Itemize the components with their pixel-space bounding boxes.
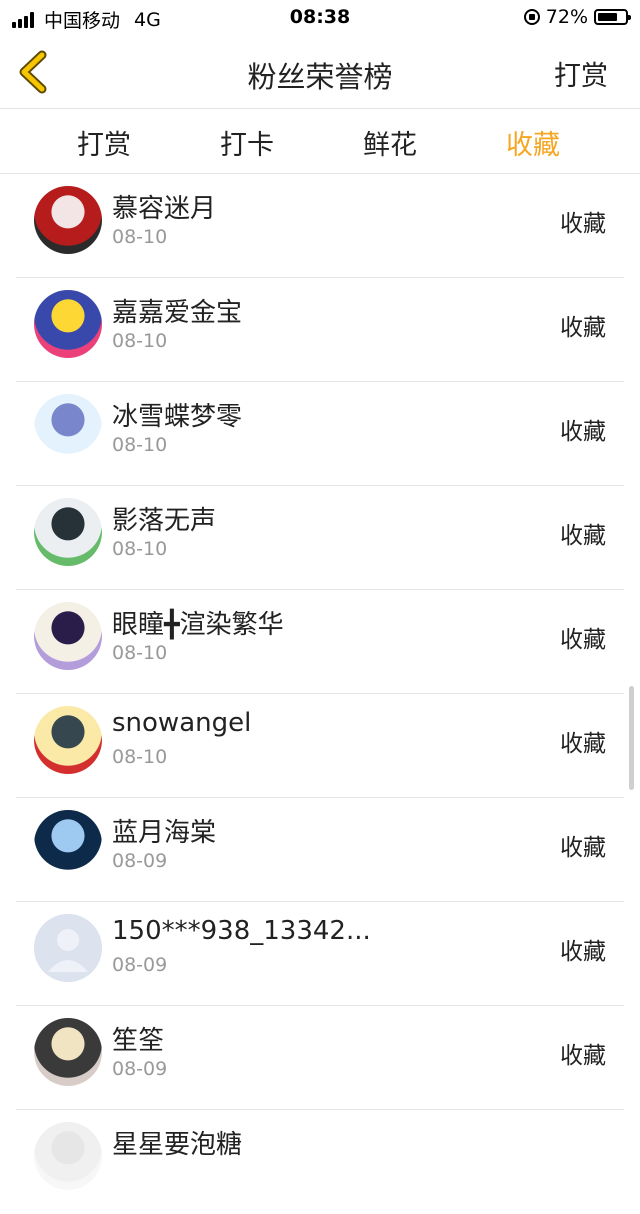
fan-name: 冰雪蝶梦零 (112, 402, 243, 432)
action-label: 收藏 (560, 731, 606, 757)
fan-date: 08-10 (112, 642, 168, 664)
battery-icon (594, 9, 631, 25)
action-label: 收藏 (560, 419, 606, 445)
list-item[interactable]: 笙筌 08-09 收藏 (16, 1006, 624, 1110)
default-user-icon (34, 914, 102, 982)
tab-favorites[interactable]: 收藏 (473, 123, 593, 162)
fan-name: 笙筌 (112, 1026, 165, 1056)
fan-list: 慕容迷月 08-10 收藏 嘉嘉爱金宝 08-10 收藏 冰雪蝶梦零 08-10… (0, 174, 640, 1214)
nav-bar: 粉丝荣誉榜 打赏 (0, 36, 640, 109)
fan-date: 08-10 (112, 434, 168, 456)
avatar[interactable] (34, 498, 102, 566)
fan-name: 眼瞳╋渲染繁华 (112, 610, 284, 640)
list-item[interactable]: 冰雪蝶梦零 08-10 收藏 (16, 382, 624, 486)
list-item[interactable]: 150***938_13342... 08-09 收藏 (16, 902, 624, 1006)
orientation-lock-icon (523, 9, 540, 25)
status-bar: 中国移动 4G 08:38 72% (0, 0, 640, 36)
tab-bar: 打赏 打卡 鲜花 收藏 (0, 109, 640, 174)
fan-date: 08-10 (112, 746, 168, 768)
fan-name: 150***938_13342... (112, 916, 371, 946)
action-label: 收藏 (560, 523, 606, 549)
battery-fill (598, 13, 617, 21)
avatar[interactable] (34, 810, 102, 878)
fan-date: 08-09 (112, 850, 168, 872)
fan-name: 影落无声 (112, 506, 217, 536)
fan-date: 08-10 (112, 226, 168, 248)
fan-name: snowangel (112, 708, 252, 738)
action-label: 收藏 (560, 211, 606, 237)
list-item[interactable]: 嘉嘉爱金宝 08-10 收藏 (16, 278, 624, 382)
action-label: 收藏 (560, 939, 606, 965)
action-label: 收藏 (560, 1043, 606, 1069)
avatar[interactable] (34, 186, 102, 254)
fan-name: 慕容迷月 (112, 194, 217, 224)
tab-flowers[interactable]: 鲜花 (330, 123, 450, 162)
status-right: 72% (523, 6, 631, 28)
list-item[interactable]: 影落无声 08-10 收藏 (16, 486, 624, 590)
fan-name: 星星要泡糖 (112, 1130, 243, 1160)
scrollbar[interactable] (629, 686, 634, 790)
action-label: 收藏 (560, 627, 606, 653)
default-avatar[interactable] (34, 914, 102, 982)
avatar[interactable] (34, 1018, 102, 1086)
fan-date: 08-09 (112, 1058, 168, 1080)
avatar[interactable] (34, 394, 102, 462)
fan-name: 蓝月海棠 (112, 818, 217, 848)
page-title: 粉丝荣誉榜 (247, 60, 393, 94)
list-item[interactable]: 眼瞳╋渲染繁华 08-10 收藏 (16, 590, 624, 694)
list-item[interactable]: snowangel 08-10 收藏 (16, 694, 624, 798)
fan-date: 08-09 (112, 954, 168, 976)
list-item[interactable]: 慕容迷月 08-10 收藏 (16, 174, 624, 278)
avatar[interactable] (34, 1122, 102, 1190)
tab-reward[interactable]: 打赏 (44, 123, 164, 162)
avatar[interactable] (34, 706, 102, 774)
battery-percent: 72% (545, 6, 588, 28)
fan-date: 08-10 (112, 330, 168, 352)
list-item[interactable]: 星星要泡糖 (16, 1110, 624, 1214)
action-label: 收藏 (560, 835, 606, 861)
list-item[interactable]: 蓝月海棠 08-09 收藏 (16, 798, 624, 902)
reward-button[interactable]: 打赏 (554, 54, 608, 93)
fan-date: 08-10 (112, 538, 168, 560)
action-label: 收藏 (560, 315, 606, 341)
avatar[interactable] (34, 602, 102, 670)
tab-checkin[interactable]: 打卡 (187, 123, 307, 162)
fan-name: 嘉嘉爱金宝 (112, 298, 243, 328)
avatar[interactable] (34, 290, 102, 358)
